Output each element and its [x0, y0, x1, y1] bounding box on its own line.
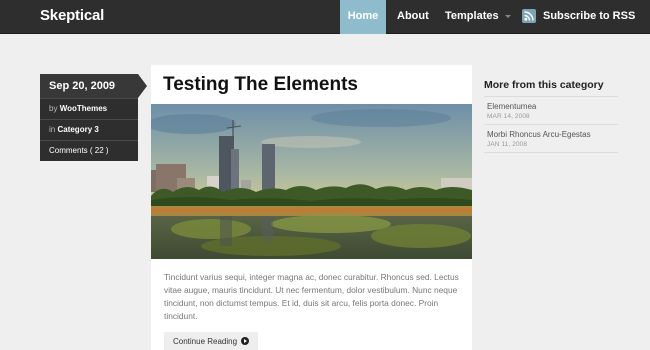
sidebar-title: More from this category — [484, 79, 618, 97]
sidebar-item-date: MAR 14, 2008 — [487, 113, 530, 120]
nav-templates-label: Templates — [445, 10, 499, 22]
post-card: Testing The Elements Tincidunt varius se… — [151, 65, 472, 350]
sidebar-item-date: JAN 11, 2008 — [487, 141, 528, 148]
sidebar-item-title[interactable]: Morbi Rhoncus Arcu-Egestas — [487, 130, 618, 139]
post-excerpt: Tincidunt varius sequi, integer magna ac… — [164, 272, 459, 321]
sidebar-list-item: Elementumea MAR 14, 2008 — [484, 97, 618, 125]
continue-reading-button[interactable]: Continue Reading — [164, 332, 259, 350]
comments-link[interactable]: Comments ( 22 ) — [40, 140, 138, 161]
category-prefix: in — [49, 125, 56, 134]
site-logo[interactable]: Skeptical — [40, 7, 104, 24]
author-prefix: by — [49, 104, 58, 113]
post-featured-image[interactable] — [151, 104, 472, 259]
arrow-right-icon — [241, 336, 250, 345]
sidebar-item-title[interactable]: Elementumea — [487, 102, 618, 111]
author-link[interactable]: WooThemes — [60, 104, 107, 113]
header-bar: Skeptical Home About Templates Subscribe… — [0, 0, 650, 34]
sidebar: More from this category Elementumea MAR … — [484, 79, 618, 153]
nav-about[interactable]: About — [397, 0, 429, 34]
post-date: Sep 20, 2009 — [40, 74, 147, 98]
continue-reading-label: Continue Reading — [173, 337, 238, 346]
nav-templates[interactable]: Templates — [445, 0, 511, 34]
post-meta-box: Sep 20, 2009 by WooThemes in Category 3 … — [40, 74, 147, 161]
post-author-row: by WooThemes — [40, 98, 138, 119]
post-title[interactable]: Testing The Elements — [163, 74, 358, 96]
rss-label: Subscribe to RSS — [543, 10, 636, 22]
category-link[interactable]: Category 3 — [57, 125, 98, 134]
nav-home[interactable]: Home — [340, 0, 386, 34]
rss-icon — [522, 9, 536, 23]
chevron-down-icon — [504, 14, 511, 18]
post-category-row: in Category 3 — [40, 119, 138, 140]
sidebar-list-item: Morbi Rhoncus Arcu-Egestas JAN 11, 2008 — [484, 125, 618, 153]
